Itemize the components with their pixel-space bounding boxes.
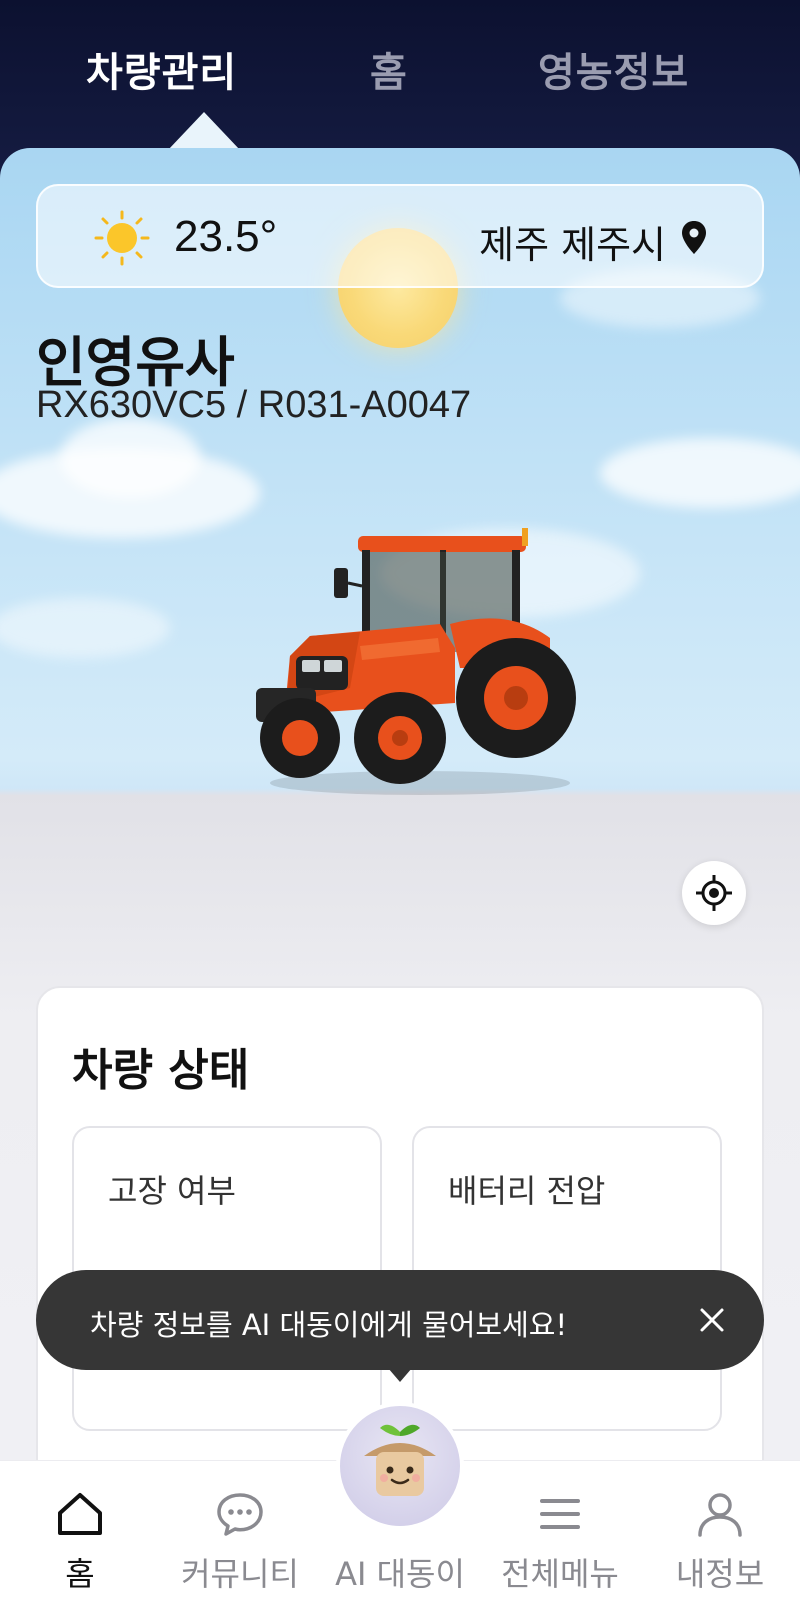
nav-my-info[interactable]: 내정보 xyxy=(640,1461,800,1603)
tab-farming-info[interactable]: 영농정보 xyxy=(538,40,689,98)
nav-full-menu[interactable]: 전체메뉴 xyxy=(480,1461,640,1603)
top-tabs: 차량관리 홈 영농정보 xyxy=(0,40,800,100)
toast-message: 차량 정보를 AI 대동이에게 물어보세요! xyxy=(90,1308,568,1342)
fault-status-label: 고장 여부 xyxy=(108,1172,236,1210)
cloud-decoration xyxy=(0,598,170,658)
menu-icon xyxy=(540,1499,580,1529)
sun-icon xyxy=(94,210,150,266)
nav-home-label: 홈 xyxy=(65,1555,95,1593)
nav-full-menu-label: 전체메뉴 xyxy=(501,1555,619,1593)
close-icon[interactable] xyxy=(692,1300,732,1340)
tab-home[interactable]: 홈 xyxy=(370,40,408,98)
nav-community-label: 커뮤니티 xyxy=(181,1555,299,1593)
vehicle-main-panel: 23.5° 제주 제주시 인영유사 RX630VC5 / R031-A0047 xyxy=(0,148,800,1603)
ai-prompt-toast[interactable]: 차량 정보를 AI 대동이에게 물어보세요! xyxy=(36,1270,764,1370)
weather-bar: 23.5° 제주 제주시 xyxy=(36,184,764,288)
vehicle-status-title: 차량 상태 xyxy=(72,1045,250,1096)
ai-daedong-avatar-button[interactable] xyxy=(336,1402,464,1530)
locate-vehicle-button[interactable] xyxy=(682,861,746,925)
tractor-image xyxy=(256,528,576,795)
location-label[interactable]: 제주 제주시 xyxy=(479,214,666,269)
active-tab-indicator xyxy=(168,112,240,150)
temperature-value: 23.5° xyxy=(174,212,278,261)
battery-voltage-label: 배터리 전압 xyxy=(448,1172,606,1210)
home-icon xyxy=(58,1493,102,1535)
tab-vehicle-management[interactable]: 차량관리 xyxy=(86,40,237,98)
profile-icon xyxy=(698,1493,742,1537)
chat-icon xyxy=(217,1493,263,1536)
cloud-decoration xyxy=(600,438,800,508)
location-pin-icon[interactable] xyxy=(680,220,708,256)
crosshair-icon xyxy=(696,875,732,911)
nav-community[interactable]: 커뮤니티 xyxy=(160,1461,320,1603)
toast-pointer xyxy=(388,1368,412,1382)
nav-my-info-label: 내정보 xyxy=(675,1555,765,1593)
cloud-decoration xyxy=(60,418,200,498)
ai-mascot-icon xyxy=(364,1424,436,1496)
nav-home[interactable]: 홈 xyxy=(0,1461,160,1603)
nav-ai-daedong-label: AI 대동이 xyxy=(335,1555,465,1593)
vehicle-model-serial: RX630VC5 / R031-A0047 xyxy=(36,384,472,426)
